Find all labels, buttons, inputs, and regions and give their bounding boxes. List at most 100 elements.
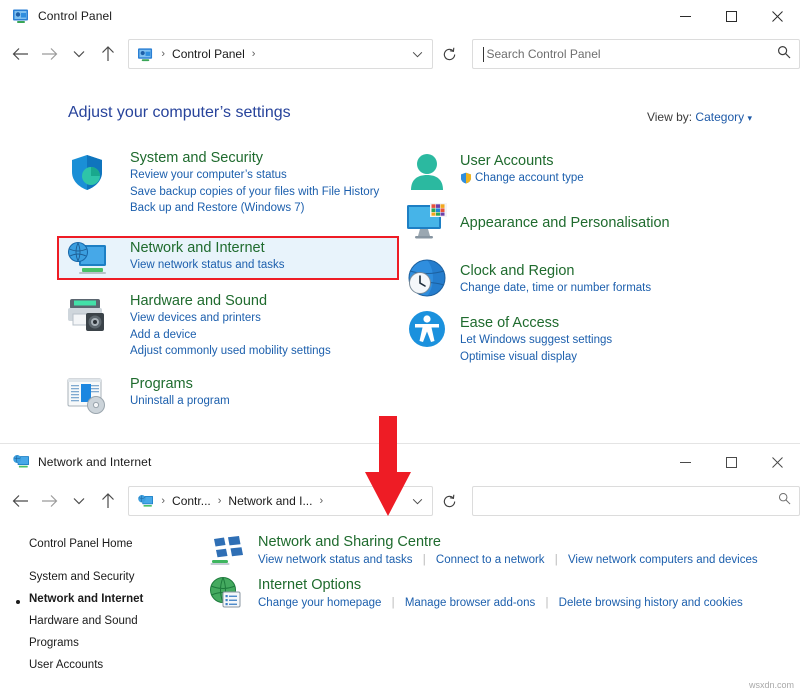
sidebar-item-control-panel-home[interactable]: Control Panel Home [29, 538, 133, 550]
breadcrumb-separator[interactable]: › [218, 495, 222, 507]
user-account-icon[interactable] [405, 152, 449, 194]
link-manage-browser-add-ons[interactable]: Manage browser add-ons [405, 597, 535, 609]
network-sharing-icon[interactable] [210, 536, 244, 568]
clock-region-icon[interactable] [406, 257, 448, 299]
maximize-button[interactable] [708, 0, 754, 32]
refresh-button[interactable] [435, 486, 464, 516]
down-arrow-annotation [357, 416, 419, 522]
category-title[interactable]: Programs [130, 375, 230, 393]
category-link[interactable]: Change date, time or number formats [460, 280, 651, 297]
sidebar-item-network-and-internet[interactable]: Network and Internet [29, 593, 143, 605]
printer-icon[interactable] [66, 294, 110, 336]
category-link[interactable]: View devices and printers [130, 310, 331, 327]
view-by-control[interactable]: View by: Category ▾ [647, 110, 752, 124]
page-title: Adjust your computer’s settings [68, 104, 291, 121]
search-box[interactable]: Search Control Panel [472, 39, 800, 69]
navigation-bar: › Control Panel › Search Control Panel [0, 32, 800, 76]
sidebar-item-hardware-and-sound[interactable]: Hardware and Sound [29, 615, 138, 627]
category-link-text[interactable]: Change account type [475, 172, 584, 184]
category-link[interactable]: Adjust commonly used mobility settings [130, 343, 331, 360]
search-input[interactable]: Search Control Panel [486, 47, 777, 61]
breadcrumb-separator[interactable]: › [161, 48, 165, 60]
link-view-network-status-and-tasks[interactable]: View network status and tasks [258, 554, 412, 566]
link-delete-browsing-history-and-cookies[interactable]: Delete browsing history and cookies [559, 597, 743, 609]
network-monitor-icon [12, 454, 30, 470]
sidebar-item-programs[interactable]: Programs [29, 637, 79, 649]
link-view-network-computers-and-devices[interactable]: View network computers and devices [568, 554, 758, 566]
internet-options-icon[interactable] [209, 577, 243, 609]
category-link[interactable]: Add a device [130, 327, 331, 344]
category-system-and-security: System and Security Review your computer… [130, 149, 379, 217]
category-link[interactable]: Review your computer’s status [130, 167, 379, 184]
link-connect-to-a-network[interactable]: Connect to a network [436, 554, 545, 566]
maximize-button[interactable] [708, 444, 754, 480]
forward-button[interactable] [35, 486, 64, 516]
category-title[interactable]: Hardware and Sound [130, 292, 331, 310]
sidebar-item-user-accounts[interactable]: User Accounts [29, 659, 103, 671]
category-title[interactable]: Appearance and Personalisation [460, 214, 670, 232]
category-link[interactable]: Uninstall a program [130, 393, 230, 410]
chevron-down-icon[interactable]: ▾ [747, 113, 752, 123]
category-network-and-internet: Network and Internet View network status… [130, 239, 284, 274]
search-icon[interactable] [777, 45, 791, 64]
close-button[interactable] [754, 444, 800, 480]
control-panel-content: Adjust your computer’s settings View by:… [0, 76, 800, 443]
close-button[interactable] [754, 0, 800, 32]
category-link[interactable]: Back up and Restore (Windows 7) [130, 200, 379, 217]
breadcrumb-control-panel[interactable]: Control Panel [172, 47, 245, 61]
sidebar-item-system-and-security[interactable]: System and Security [29, 571, 134, 583]
breadcrumb-network-and-internet[interactable]: Network and I... [228, 494, 312, 508]
link-separator: | [545, 597, 549, 609]
category-user-accounts: User Accounts Change account type [460, 152, 584, 187]
category-link[interactable]: Optimise visual display [460, 349, 612, 366]
back-button[interactable] [6, 39, 35, 69]
category-clock-and-region: Clock and Region Change date, time or nu… [460, 262, 651, 297]
programs-icon[interactable] [66, 376, 108, 416]
forward-button[interactable] [35, 39, 64, 69]
recent-locations-button[interactable] [64, 39, 93, 69]
search-icon[interactable] [778, 492, 791, 510]
network-content: Control Panel Home System and Security N… [0, 522, 800, 685]
category-link[interactable]: Change account type [460, 170, 584, 187]
category-title[interactable]: Network and Internet [130, 239, 284, 257]
title-bar: Control Panel [0, 0, 800, 32]
breadcrumb-separator[interactable]: › [161, 495, 165, 507]
address-chevron-down-icon[interactable] [404, 40, 430, 68]
ease-of-access-icon[interactable] [406, 308, 448, 350]
item-links-network-and-sharing-centre: View network status and tasks | Connect … [258, 554, 758, 566]
item-title-internet-options[interactable]: Internet Options [258, 577, 361, 593]
address-control-panel-icon [137, 47, 154, 62]
category-title[interactable]: System and Security [130, 149, 379, 167]
up-button[interactable] [93, 486, 122, 516]
item-title-network-and-sharing-centre[interactable]: Network and Sharing Centre [258, 534, 441, 550]
category-title[interactable]: Ease of Access [460, 314, 612, 332]
link-change-your-homepage[interactable]: Change your homepage [258, 597, 381, 609]
category-ease-of-access: Ease of Access Let Windows suggest setti… [460, 314, 612, 365]
breadcrumb-separator-trailing[interactable]: › [319, 495, 323, 507]
up-button[interactable] [93, 39, 122, 69]
breadcrumb-separator-trailing[interactable]: › [252, 48, 256, 60]
appearance-icon[interactable] [404, 201, 450, 243]
window-controls [662, 0, 800, 32]
breadcrumb-control-panel[interactable]: Contr... [172, 494, 211, 508]
address-bar[interactable]: › Control Panel › [128, 39, 434, 69]
network-monitor-icon[interactable] [66, 240, 108, 278]
category-link[interactable]: Let Windows suggest settings [460, 332, 612, 349]
screenshot-root: Control Panel › Control Panel › Search C… [0, 0, 800, 694]
shield-icon[interactable] [66, 151, 108, 193]
category-hardware-and-sound: Hardware and Sound View devices and prin… [130, 292, 331, 360]
control-panel-icon [12, 8, 30, 24]
category-link[interactable]: Save backup copies of your files with Fi… [130, 184, 379, 201]
minimize-button[interactable] [662, 0, 708, 32]
link-separator: | [554, 554, 558, 566]
control-panel-window: Control Panel › Control Panel › Search C… [0, 0, 800, 443]
minimize-button[interactable] [662, 444, 708, 480]
refresh-button[interactable] [435, 39, 464, 69]
back-button[interactable] [6, 486, 35, 516]
recent-locations-button[interactable] [64, 486, 93, 516]
search-box[interactable] [472, 486, 800, 516]
view-by-value[interactable]: Category [695, 110, 744, 124]
category-title[interactable]: Clock and Region [460, 262, 651, 280]
category-title[interactable]: User Accounts [460, 152, 584, 170]
category-link[interactable]: View network status and tasks [130, 257, 284, 274]
